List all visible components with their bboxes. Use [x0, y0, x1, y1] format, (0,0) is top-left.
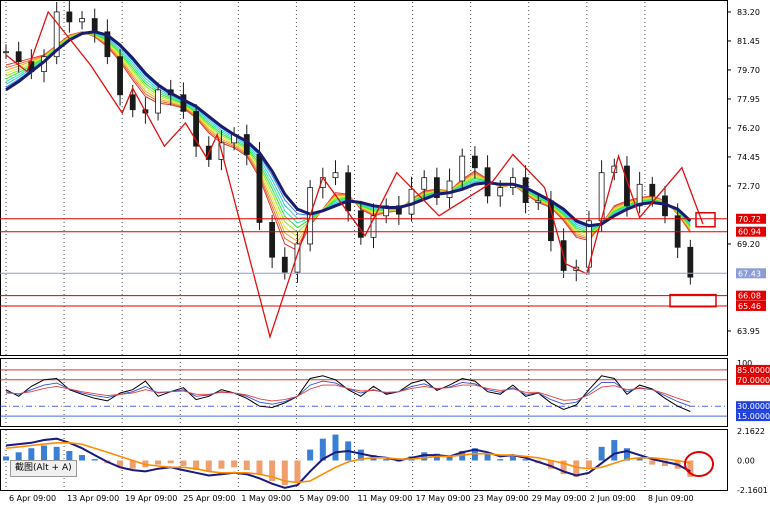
x-tick-label: 25 Apr 09:00: [183, 494, 235, 503]
candle-body: [15, 51, 22, 63]
candle-body: [471, 155, 478, 169]
macd-panel-frame: [0, 429, 728, 491]
highlight-box-lower: [669, 293, 717, 308]
x-tick-label: 6 Apr 09:00: [9, 494, 56, 503]
price-y-tick-label: 76.20: [737, 124, 760, 133]
rsi-y-tick-label: 30.0000: [737, 402, 770, 411]
x-tick-label: 19 Apr 09:00: [125, 494, 177, 503]
macd-histogram-bar: [497, 459, 504, 461]
macd-histogram-bar: [243, 460, 250, 471]
level-label: 67.43: [738, 269, 761, 278]
macd-histogram-bar: [167, 460, 174, 464]
candle-body: [446, 180, 453, 198]
candle-body: [91, 18, 98, 33]
candle-body: [79, 18, 85, 23]
macd-histogram-bar: [598, 446, 605, 461]
level-label: 70.72: [738, 215, 761, 224]
macd-histogram-bar: [53, 446, 60, 461]
price-y-tick-label: 77.95: [737, 95, 760, 104]
candle-body: [535, 200, 542, 203]
candle-body: [497, 187, 504, 197]
rsi-y-tick-label: 85.0000: [737, 366, 770, 375]
macd-histogram-bar: [332, 434, 339, 461]
x-tick-label: 13 Apr 09:00: [67, 494, 119, 503]
candle-body: [269, 222, 276, 258]
price-y-tick-label: 79.70: [737, 66, 760, 75]
x-tick-label: 11 May 09:00: [358, 494, 413, 503]
macd-histogram-bar: [218, 460, 225, 469]
candle-body: [421, 177, 428, 190]
macd-histogram-bar: [41, 445, 48, 461]
candle-body: [332, 172, 339, 179]
chart-root: 6 Apr 09:00 13 Apr 09:00 19 Apr 09:00 25 Ap…: [0, 0, 770, 508]
rsi-series-line: [5, 380, 691, 407]
level-label: 66.08: [738, 292, 761, 301]
price-y-tick-label: 83.20: [737, 8, 760, 17]
macd-y-tick-label: 0.00: [737, 457, 755, 466]
candle-body: [459, 155, 466, 182]
candle-body: [256, 154, 263, 223]
candle-body: [155, 89, 161, 114]
chart-canvas[interactable]: 6 Apr 09:00 13 Apr 09:00 19 Apr 09:00 25 Ap…: [0, 0, 770, 508]
macd-histogram-bar: [307, 449, 314, 461]
macd-histogram-bar: [91, 459, 98, 461]
macd-histogram-bar: [585, 460, 592, 469]
price-y-tick-label: 69.20: [737, 240, 760, 249]
macd-histogram-bar: [649, 460, 656, 465]
price-y-tick-label: 63.95: [737, 327, 760, 336]
x-tick-label: 2 Jun 09:00: [590, 494, 636, 503]
price-y-tick-label: 74.45: [737, 153, 760, 162]
macd-histogram-bar: [383, 459, 390, 461]
macd-histogram-bar: [28, 448, 35, 461]
candle-body: [117, 56, 123, 96]
level-label: 60.94: [738, 228, 761, 237]
macd-y-tick-label: 2.1622: [737, 427, 765, 436]
candle-body: [649, 183, 656, 197]
candle-body: [548, 200, 554, 242]
x-tick-label: 29 May 09:00: [532, 494, 587, 503]
level-label: 65.46: [738, 302, 761, 311]
price-y-tick-label: 72.70: [737, 182, 760, 191]
candle-body: [687, 246, 694, 278]
highlight-box-upper: [695, 212, 716, 228]
macd-histogram-bar: [79, 455, 86, 461]
candle-body: [281, 256, 288, 273]
x-tick-label: 23 May 09:00: [474, 494, 529, 503]
rsi-y-tick-label: 15.0000: [737, 412, 770, 421]
macd-histogram-bar: [155, 460, 162, 465]
candle-body: [66, 11, 73, 23]
macd-y-tick-label: -2.1601: [737, 486, 768, 495]
x-tick-label: 17 May 09:00: [416, 494, 471, 503]
candle-body: [3, 51, 9, 54]
screenshot-hotkey-button[interactable]: 截图(Alt + A): [10, 460, 77, 477]
x-tick-label: 5 May 09:00: [299, 494, 349, 503]
macd-histogram-bar: [611, 440, 618, 461]
candle-body: [129, 94, 136, 111]
x-tick-label: 8 Jun 09:00: [648, 494, 694, 503]
macd-histogram-bar: [509, 456, 516, 461]
x-tick-label: 1 May 09:00: [241, 494, 291, 503]
macd-histogram-bar: [231, 460, 238, 468]
rsi-y-tick-label: 70.0000: [737, 376, 770, 385]
macd-histogram-bar: [256, 460, 263, 475]
macd-histogram-bar: [180, 460, 187, 466]
macd-histogram-bar: [3, 456, 9, 461]
candle-body: [345, 172, 352, 212]
macd-histogram-bar: [294, 460, 301, 483]
candle-body: [408, 188, 415, 215]
macd-histogram-bar: [205, 460, 212, 472]
price-y-tick-label: 81.45: [737, 37, 760, 46]
